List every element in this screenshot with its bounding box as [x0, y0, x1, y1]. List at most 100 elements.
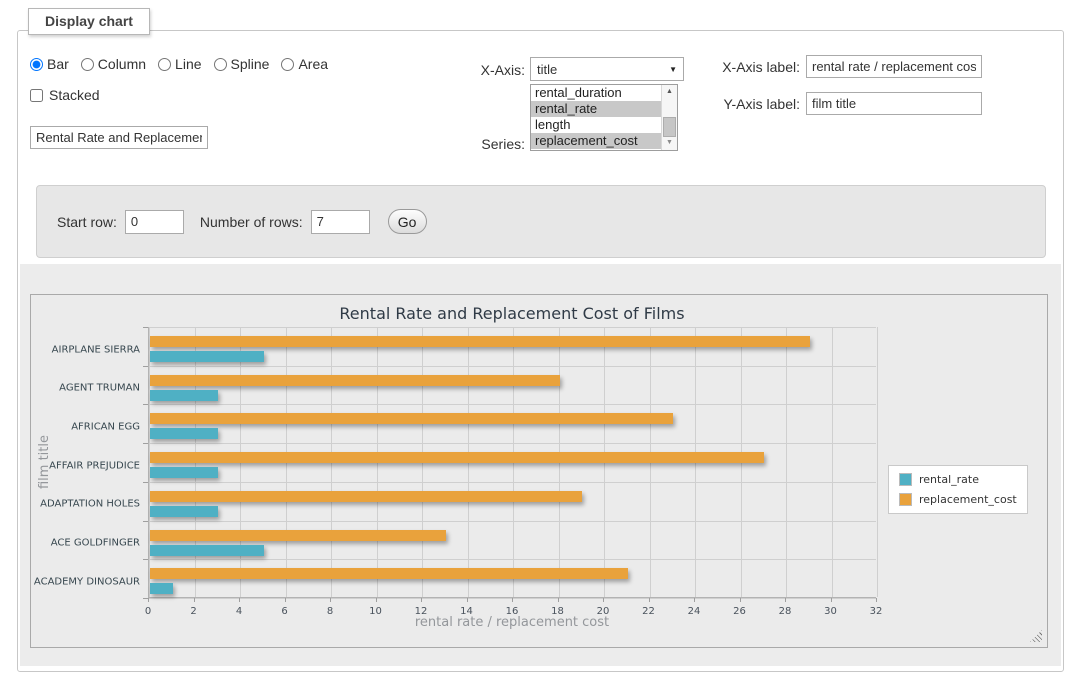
- category-label: ACADEMY DINOSAUR: [31, 576, 140, 587]
- stacked-label[interactable]: Stacked: [49, 87, 100, 103]
- category-label: ACE GOLDFINGER: [31, 538, 140, 549]
- panel-title: Display chart: [28, 8, 150, 35]
- legend-label: replacement_cost: [919, 493, 1017, 506]
- gridline-vertical: [877, 327, 878, 597]
- scroll-up-icon[interactable]: ▲: [662, 85, 677, 99]
- x-tick-mark: [148, 598, 149, 602]
- x-axis-select[interactable]: title ▼: [530, 57, 684, 81]
- radio-line[interactable]: [158, 58, 171, 71]
- x-axis-select-label: X-Axis:: [418, 62, 525, 78]
- bar-replacement_cost[interactable]: [150, 336, 810, 347]
- num-rows-input[interactable]: [311, 210, 370, 234]
- x-tick-mark: [785, 598, 786, 602]
- series-options: rental_duration rental_rate length repla…: [531, 85, 661, 150]
- num-rows-label: Number of rows:: [200, 214, 303, 230]
- start-row-input[interactable]: [125, 210, 184, 234]
- bar-rental_rate[interactable]: [150, 390, 218, 401]
- radio-bar[interactable]: [30, 58, 43, 71]
- category-label: AGENT TRUMAN: [31, 383, 140, 394]
- legend-label: rental_rate: [919, 473, 979, 486]
- legend-item[interactable]: replacement_cost: [899, 493, 1017, 506]
- scroll-down-icon[interactable]: ▼: [662, 136, 677, 150]
- gridline-vertical: [786, 327, 787, 597]
- bar-replacement_cost[interactable]: [150, 413, 673, 424]
- y-tick-mark: [143, 598, 148, 599]
- chart-container: Rental Rate and Replacement Cost of Film…: [30, 294, 1048, 648]
- chart-section: Rental Rate and Replacement Cost of Film…: [20, 264, 1061, 666]
- bar-rental_rate[interactable]: [150, 428, 218, 439]
- gridline-horizontal: [149, 559, 876, 560]
- y-axis-label-input[interactable]: [806, 92, 982, 115]
- y-tick-mark: [143, 482, 148, 483]
- bar-rental_rate[interactable]: [150, 545, 264, 556]
- x-axis-label-input[interactable]: [806, 55, 982, 78]
- gridline-horizontal: [149, 482, 876, 483]
- x-tick-mark: [649, 598, 650, 602]
- stacked-checkbox[interactable]: [30, 89, 43, 102]
- x-tick-mark: [603, 598, 604, 602]
- x-axis-selected-value: title: [537, 62, 557, 77]
- bar-rental_rate[interactable]: [150, 467, 218, 478]
- bar-replacement_cost[interactable]: [150, 375, 560, 386]
- chart-title: Rental Rate and Replacement Cost of Film…: [148, 304, 876, 323]
- go-button[interactable]: Go: [388, 209, 427, 234]
- x-tick-mark: [876, 598, 877, 602]
- x-tick-mark: [330, 598, 331, 602]
- radio-area-label[interactable]: Area: [298, 56, 328, 72]
- radio-area[interactable]: [281, 58, 294, 71]
- bar-replacement_cost[interactable]: [150, 568, 628, 579]
- chart-legend: rental_rate replacement_cost: [888, 465, 1028, 514]
- option-replacement-cost[interactable]: replacement_cost: [531, 133, 661, 149]
- chart-title-input[interactable]: [30, 126, 208, 149]
- radio-column[interactable]: [81, 58, 94, 71]
- bar-rental_rate[interactable]: [150, 351, 264, 362]
- legend-item[interactable]: rental_rate: [899, 473, 1017, 486]
- resize-handle-icon[interactable]: [1030, 630, 1042, 642]
- radio-column-label[interactable]: Column: [98, 56, 146, 72]
- listbox-scrollbar[interactable]: ▲ ▼: [661, 85, 677, 150]
- x-tick-mark: [285, 598, 286, 602]
- y-tick-mark: [143, 404, 148, 405]
- option-rental-rate[interactable]: rental_rate: [531, 101, 661, 117]
- bar-replacement_cost[interactable]: [150, 530, 446, 541]
- x-tick-mark: [467, 598, 468, 602]
- bar-rental_rate[interactable]: [150, 506, 218, 517]
- bar-replacement_cost[interactable]: [150, 491, 582, 502]
- x-tick-mark: [558, 598, 559, 602]
- x-tick-mark: [376, 598, 377, 602]
- gridline-horizontal: [149, 327, 876, 328]
- radio-line-label[interactable]: Line: [175, 56, 201, 72]
- gridline-horizontal: [149, 443, 876, 444]
- x-tick-mark: [694, 598, 695, 602]
- option-length[interactable]: length: [531, 117, 661, 133]
- scrollbar-thumb[interactable]: [663, 117, 676, 137]
- stacked-row: Stacked: [30, 87, 100, 103]
- radio-spline[interactable]: [214, 58, 227, 71]
- chevron-down-icon: ▼: [669, 65, 677, 74]
- category-label: AFFAIR PREJUDICE: [31, 460, 140, 471]
- series-list-label: Series:: [418, 136, 525, 152]
- radio-spline-label[interactable]: Spline: [231, 56, 270, 72]
- chart-type-radio-group: Bar Column Line Spline Area: [30, 56, 336, 72]
- legend-swatch: [899, 493, 912, 506]
- bar-rental_rate[interactable]: [150, 583, 173, 594]
- gridline-horizontal: [149, 366, 876, 367]
- display-chart-panel: Display chart Bar Column Line Spline Are…: [17, 30, 1064, 672]
- x-tick-mark: [421, 598, 422, 602]
- gridline-horizontal: [149, 521, 876, 522]
- y-tick-mark: [143, 443, 148, 444]
- option-rental-duration[interactable]: rental_duration: [531, 85, 661, 101]
- x-tick-mark: [512, 598, 513, 602]
- category-label: ADAPTATION HOLES: [31, 499, 140, 510]
- y-axis-label-label: Y-Axis label:: [698, 96, 800, 112]
- x-tick-mark: [740, 598, 741, 602]
- radio-bar-label[interactable]: Bar: [47, 56, 69, 72]
- x-tick-mark: [239, 598, 240, 602]
- y-tick-mark: [143, 366, 148, 367]
- series-listbox[interactable]: rental_duration rental_rate length repla…: [530, 84, 678, 151]
- bar-replacement_cost[interactable]: [150, 452, 764, 463]
- gridline-vertical: [832, 327, 833, 597]
- plot-area: [148, 327, 876, 598]
- gridline-horizontal: [149, 404, 876, 405]
- x-axis-label-label: X-Axis label:: [698, 59, 800, 75]
